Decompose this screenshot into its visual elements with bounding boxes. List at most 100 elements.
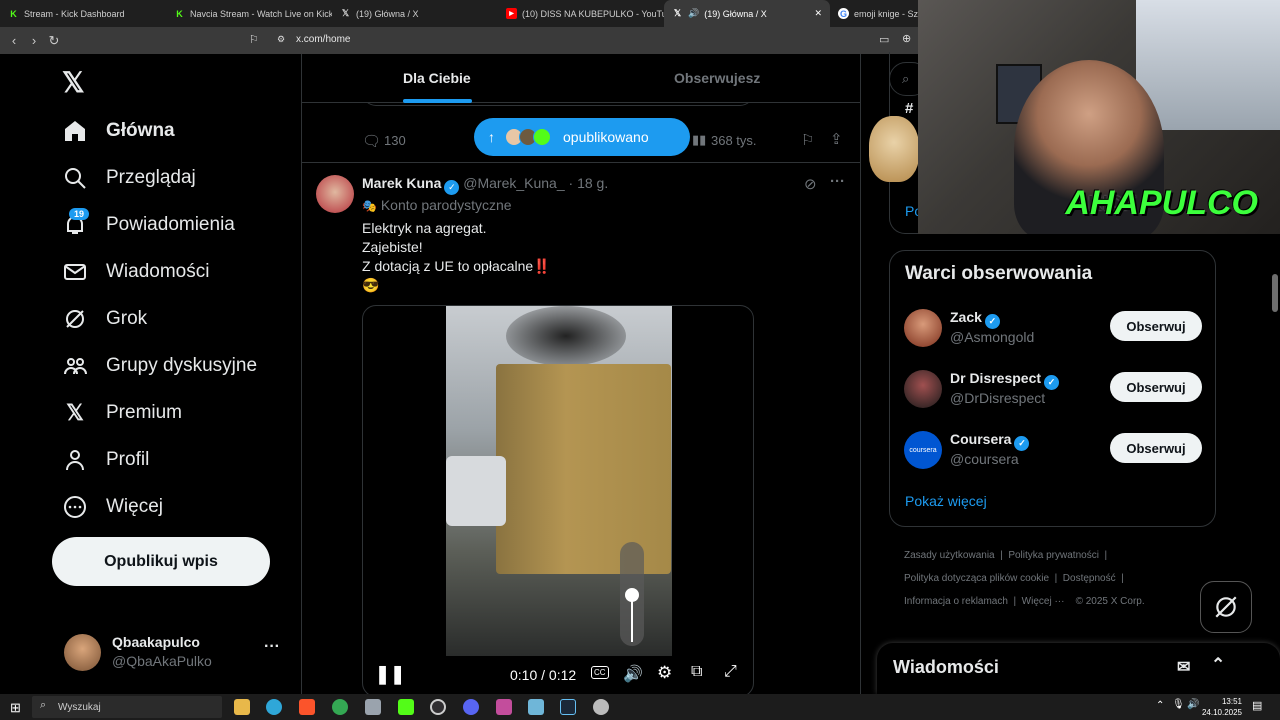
captions-icon[interactable]: CC	[591, 666, 609, 679]
notification-center-icon[interactable]: ▤	[1252, 699, 1262, 712]
arrow-up-icon: ↑	[488, 129, 495, 145]
more-dots-icon[interactable]: ···	[830, 173, 845, 190]
post-time[interactable]: · 18 g.	[569, 175, 609, 191]
sidebar-item-grok[interactable]: Grok	[62, 306, 147, 332]
footer-link[interactable]: Polityka dotycząca plików cookie	[904, 573, 1049, 584]
app-icon[interactable]	[528, 699, 544, 715]
post-button[interactable]: Opublikuj wpis	[52, 537, 270, 586]
show-more-link[interactable]: Pokaż więcej	[905, 493, 987, 509]
x-logo-icon[interactable]: 𝕏	[62, 66, 85, 99]
views-icon[interactable]: ▮▮	[692, 132, 706, 148]
bookmark-icon[interactable]: ⚐	[801, 131, 814, 149]
follow-button[interactable]: Obserwuj	[1110, 372, 1202, 402]
footer-link[interactable]: Polityka prywatności	[1008, 550, 1099, 561]
taskbar-clock[interactable]: 13:51 24.10.2025	[1202, 696, 1242, 718]
avatar[interactable]	[316, 175, 354, 213]
cast-icon[interactable]: ▭	[879, 33, 889, 46]
browser-tab[interactable]: 𝕏 (19) Główna / X	[332, 0, 498, 27]
file-explorer-icon[interactable]	[234, 699, 250, 715]
video-time: 0:10 / 0:12	[510, 667, 577, 683]
grok-icon	[1215, 596, 1237, 618]
obs-icon[interactable]	[430, 699, 446, 715]
volume-knob[interactable]	[625, 588, 639, 602]
bookmark-icon[interactable]: ⚐	[249, 33, 259, 46]
scrollbar[interactable]	[1272, 274, 1278, 312]
sidebar-item-home[interactable]: Główna	[62, 118, 175, 144]
browser-tab[interactable]: K Stream - Kick Dashboard	[0, 0, 166, 27]
video-generator	[496, 364, 671, 574]
footer-link[interactable]: Zasady użytkowania	[904, 550, 995, 561]
fullscreen-icon[interactable]: ⤢	[724, 663, 737, 681]
video-player[interactable]: ❚❚ 0:10 / 0:12 CC 🔊 ⚙ ⧉ ⤢	[362, 305, 754, 694]
trend-hashtag[interactable]: #	[905, 100, 913, 117]
suggested-account[interactable]: coursera Coursera ✓ @coursera Obserwuj	[904, 429, 1202, 473]
author-name[interactable]: Marek Kuna	[362, 175, 441, 191]
browser-tab[interactable]: ▶ (10) DISS NA KUBEPULKO - YouTube	[498, 0, 664, 27]
site-info-icon[interactable]: ⚙	[277, 34, 285, 45]
footer-link[interactable]: Informacja o reklamach	[904, 596, 1008, 607]
tray-chevron-icon[interactable]: ⌃	[1156, 700, 1164, 711]
app-icon[interactable]	[365, 699, 381, 715]
forward-icon[interactable]: ›	[24, 33, 44, 48]
url-field[interactable]: x.com/home	[296, 34, 350, 45]
new-posts-pill[interactable]: ↑ opublikowano	[474, 118, 690, 156]
chrome-icon[interactable]	[332, 699, 348, 715]
footer-link[interactable]: Dostępność	[1063, 573, 1116, 584]
taskbar-search[interactable]: ⌕ Wyszukaj	[32, 696, 222, 718]
chevron-up-icon[interactable]: ⌃	[1211, 655, 1225, 675]
tab-for-you[interactable]: Dla Ciebie	[403, 70, 471, 86]
steam-icon[interactable]	[560, 699, 576, 715]
post-text-line: 😎	[362, 277, 380, 293]
account-name: Qbaakapulco	[112, 634, 200, 650]
post[interactable]: Marek Kuna ✓ @Marek_Kuna_ · 18 g. ⊘ ··· 🎭…	[302, 162, 860, 694]
back-icon[interactable]: ‹	[4, 33, 24, 48]
sidebar-item-more[interactable]: Więcej	[62, 494, 163, 520]
browser-tab-active[interactable]: 𝕏 🔊 (19) Główna / X ✕	[664, 0, 830, 27]
suggested-account[interactable]: Zack ✓ @Asmongold Obserwuj	[904, 307, 1202, 351]
sidebar-item-profile[interactable]: Profil	[62, 447, 149, 473]
footer-link[interactable]: Więcej ···	[1022, 596, 1065, 607]
communities-icon	[62, 353, 88, 379]
browser-tab[interactable]: K Navcia Stream - Watch Live on Kick	[166, 0, 332, 27]
volume-icon[interactable]: 🔊	[623, 664, 643, 684]
kick-icon[interactable]	[398, 699, 414, 715]
suggested-account[interactable]: Dr Disrespect ✓ @DrDisrespect Obserwuj	[904, 368, 1202, 412]
edge-icon[interactable]	[266, 699, 282, 715]
messages-drawer[interactable]: Wiadomości ✉ ⌃	[877, 643, 1280, 694]
person-icon	[62, 447, 88, 473]
pip-icon[interactable]: ⧉	[691, 663, 702, 681]
sidebar-item-messages[interactable]: Wiadomości	[62, 259, 209, 285]
app-icon[interactable]	[496, 699, 512, 715]
sidebar-item-explore[interactable]: Przeglądaj	[62, 165, 196, 191]
windows-start-icon[interactable]: ⊞	[10, 700, 21, 716]
discord-icon[interactable]	[463, 699, 479, 715]
grok-icon[interactable]: ⊘	[804, 175, 817, 193]
follow-button[interactable]: Obserwuj	[1110, 311, 1202, 341]
brave-icon[interactable]	[299, 699, 315, 715]
follow-button[interactable]: Obserwuj	[1110, 433, 1202, 463]
google-icon: G	[838, 8, 849, 19]
grok-button[interactable]	[1200, 581, 1252, 633]
speaker-icon[interactable]: 🔊	[1187, 699, 1199, 710]
tab-following[interactable]: Obserwujesz	[674, 70, 760, 86]
close-tab-icon[interactable]: ✕	[814, 8, 822, 19]
zoom-icon[interactable]: ⊕	[902, 32, 911, 45]
share-icon[interactable]: ⇪	[830, 130, 843, 148]
sidebar-item-communities[interactable]: Grupy dyskusyjne	[62, 353, 257, 379]
account-switcher[interactable]: Qbaakapulco @QbaAkaPulko ···	[64, 632, 294, 672]
pause-icon[interactable]: ❚❚	[375, 664, 405, 685]
sidebar-item-premium[interactable]: 𝕏 Premium	[62, 400, 182, 426]
volume-slider[interactable]	[620, 542, 644, 646]
microphone-icon[interactable]: 🎙	[1172, 699, 1185, 710]
app-icon[interactable]	[593, 699, 609, 715]
sticker-doge	[869, 116, 919, 182]
stream-logo: AHAPULCO	[1065, 184, 1258, 222]
reload-icon[interactable]: ↻	[44, 33, 64, 49]
new-message-icon[interactable]: ✉	[1177, 657, 1190, 677]
reply-icon[interactable]: 🗨	[362, 132, 381, 150]
settings-icon[interactable]: ⚙	[657, 663, 672, 683]
more-dots-icon[interactable]: ···	[264, 638, 280, 656]
video-smoke	[506, 306, 626, 366]
home-icon	[62, 118, 88, 144]
author-handle[interactable]: @Marek_Kuna_	[463, 175, 564, 191]
